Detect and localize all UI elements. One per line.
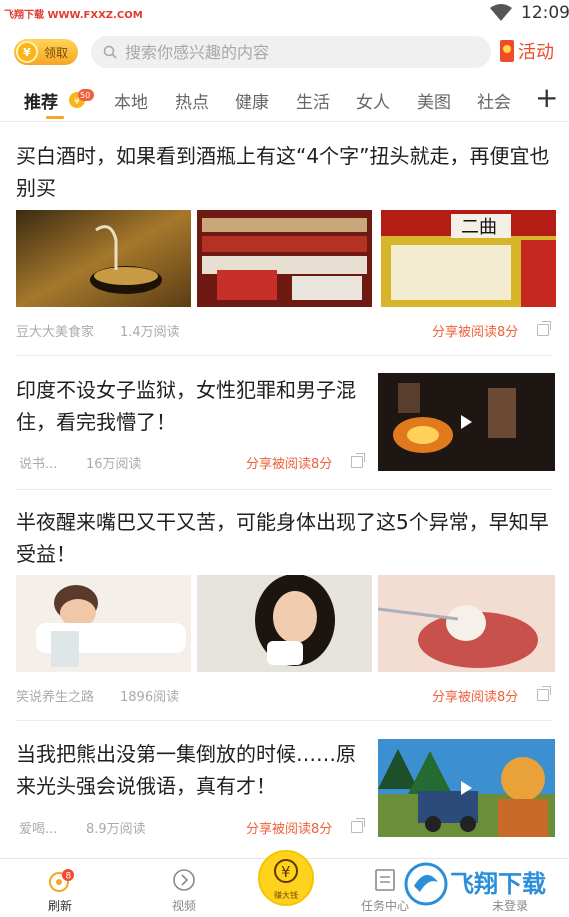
logo-text: 飞翔下载 <box>450 870 546 898</box>
share-icon[interactable] <box>537 324 549 336</box>
top-bar: ¥ 领取 活动 <box>0 26 569 78</box>
claim-label: 领取 <box>44 45 69 60</box>
earn-money-button[interactable]: ¥ 赚大钱 <box>258 850 314 906</box>
video-icon <box>173 869 195 891</box>
wifi-icon <box>490 4 512 21</box>
tab-local[interactable]: 本地 <box>114 88 148 113</box>
article-source: 豆大大美食家 <box>16 325 95 340</box>
share-reward-label[interactable]: 分享被阅读8分 <box>432 321 518 340</box>
article-image <box>16 210 191 307</box>
activity-label: 活动 <box>518 42 554 63</box>
add-channel-icon[interactable]: + <box>535 84 558 112</box>
gift-icon <box>500 40 514 62</box>
article-image <box>378 575 555 672</box>
tasks-icon <box>375 869 395 891</box>
article-title[interactable]: 半夜醒来嘴巴又干又苦，可能身体出现了这5个异常，早知早受益！ <box>16 506 556 570</box>
claim-coin-button[interactable]: ¥ 领取 <box>14 39 78 65</box>
play-icon <box>461 415 472 429</box>
status-time: 12:09 <box>521 3 569 23</box>
share-reward-label[interactable]: 分享被阅读8分 <box>246 818 332 837</box>
earn-symbol: ¥ <box>281 863 291 881</box>
divider <box>16 489 553 490</box>
yuan-coin-icon: ¥ <box>274 859 298 883</box>
article-reads: 1896阅读 <box>120 690 180 705</box>
search-input[interactable] <box>125 42 465 62</box>
nav-refresh[interactable]: 8 刷新 <box>20 859 100 917</box>
article-title[interactable]: 买白酒时，如果看到酒瓶上有这“4个字”扭头就走，再便宜也别买 <box>16 140 556 204</box>
article-title[interactable]: 当我把熊出没第一集倒放的时候……原来光头强会说俄语，真有才！ <box>16 738 371 802</box>
divider <box>16 355 553 356</box>
article-image: 二曲 <box>381 210 556 307</box>
share-icon[interactable] <box>537 689 549 701</box>
tab-women[interactable]: 女人 <box>356 88 390 113</box>
activity-button[interactable]: 活动 <box>500 38 554 64</box>
status-bar: 飞翔下载 WWW.FXXZ.COM 12:09 <box>0 0 569 26</box>
watermark-text: 飞翔下载 WWW.FXXZ.COM <box>4 10 143 21</box>
article-source: 说书... <box>19 457 58 472</box>
refresh-badge: 8 <box>66 872 72 882</box>
svg-text:二曲: 二曲 <box>461 217 497 238</box>
nav-refresh-label: 刷新 <box>47 899 72 913</box>
share-icon[interactable] <box>351 456 363 468</box>
tab-badge-count: 50 <box>80 91 90 100</box>
search-bar[interactable] <box>91 36 491 68</box>
active-tab-indicator <box>46 116 64 119</box>
divider <box>16 720 553 721</box>
tab-life[interactable]: 生活 <box>296 88 330 113</box>
tab-pictures[interactable]: 美图 <box>417 88 451 113</box>
search-icon <box>103 45 117 59</box>
article-image <box>16 575 191 672</box>
tab-society[interactable]: 社会 <box>477 88 511 113</box>
article-source: 笑说养生之路 <box>16 690 95 705</box>
play-icon <box>461 781 472 795</box>
earn-label: 赚大钱 <box>274 891 298 900</box>
article-title[interactable]: 印度不设女子监狱，女性犯罪和男子混住，看完我懵了！ <box>16 374 366 438</box>
tab-recommend[interactable]: 推荐 <box>24 88 58 113</box>
coin-badge-icon: ¥ 50 <box>69 89 94 108</box>
article-image <box>197 575 372 672</box>
article-reads: 16万阅读 <box>86 457 142 472</box>
site-logo-watermark: 飞翔下载 <box>404 862 546 906</box>
nav-video[interactable]: 视频 <box>144 859 224 917</box>
share-reward-label[interactable]: 分享被阅读8分 <box>432 686 518 705</box>
coin-icon: ¥ <box>16 41 38 63</box>
nav-video-label: 视频 <box>171 899 196 913</box>
article-reads: 1.4万阅读 <box>120 325 180 340</box>
tab-hot[interactable]: 热点 <box>175 88 209 113</box>
article-reads: 8.9万阅读 <box>86 822 146 837</box>
article-image <box>197 210 372 307</box>
article-source: 爱喝... <box>19 822 58 837</box>
refresh-icon: 8 <box>49 869 74 892</box>
tab-health[interactable]: 健康 <box>235 88 269 113</box>
share-icon[interactable] <box>351 821 363 833</box>
share-reward-label[interactable]: 分享被阅读8分 <box>246 453 332 472</box>
